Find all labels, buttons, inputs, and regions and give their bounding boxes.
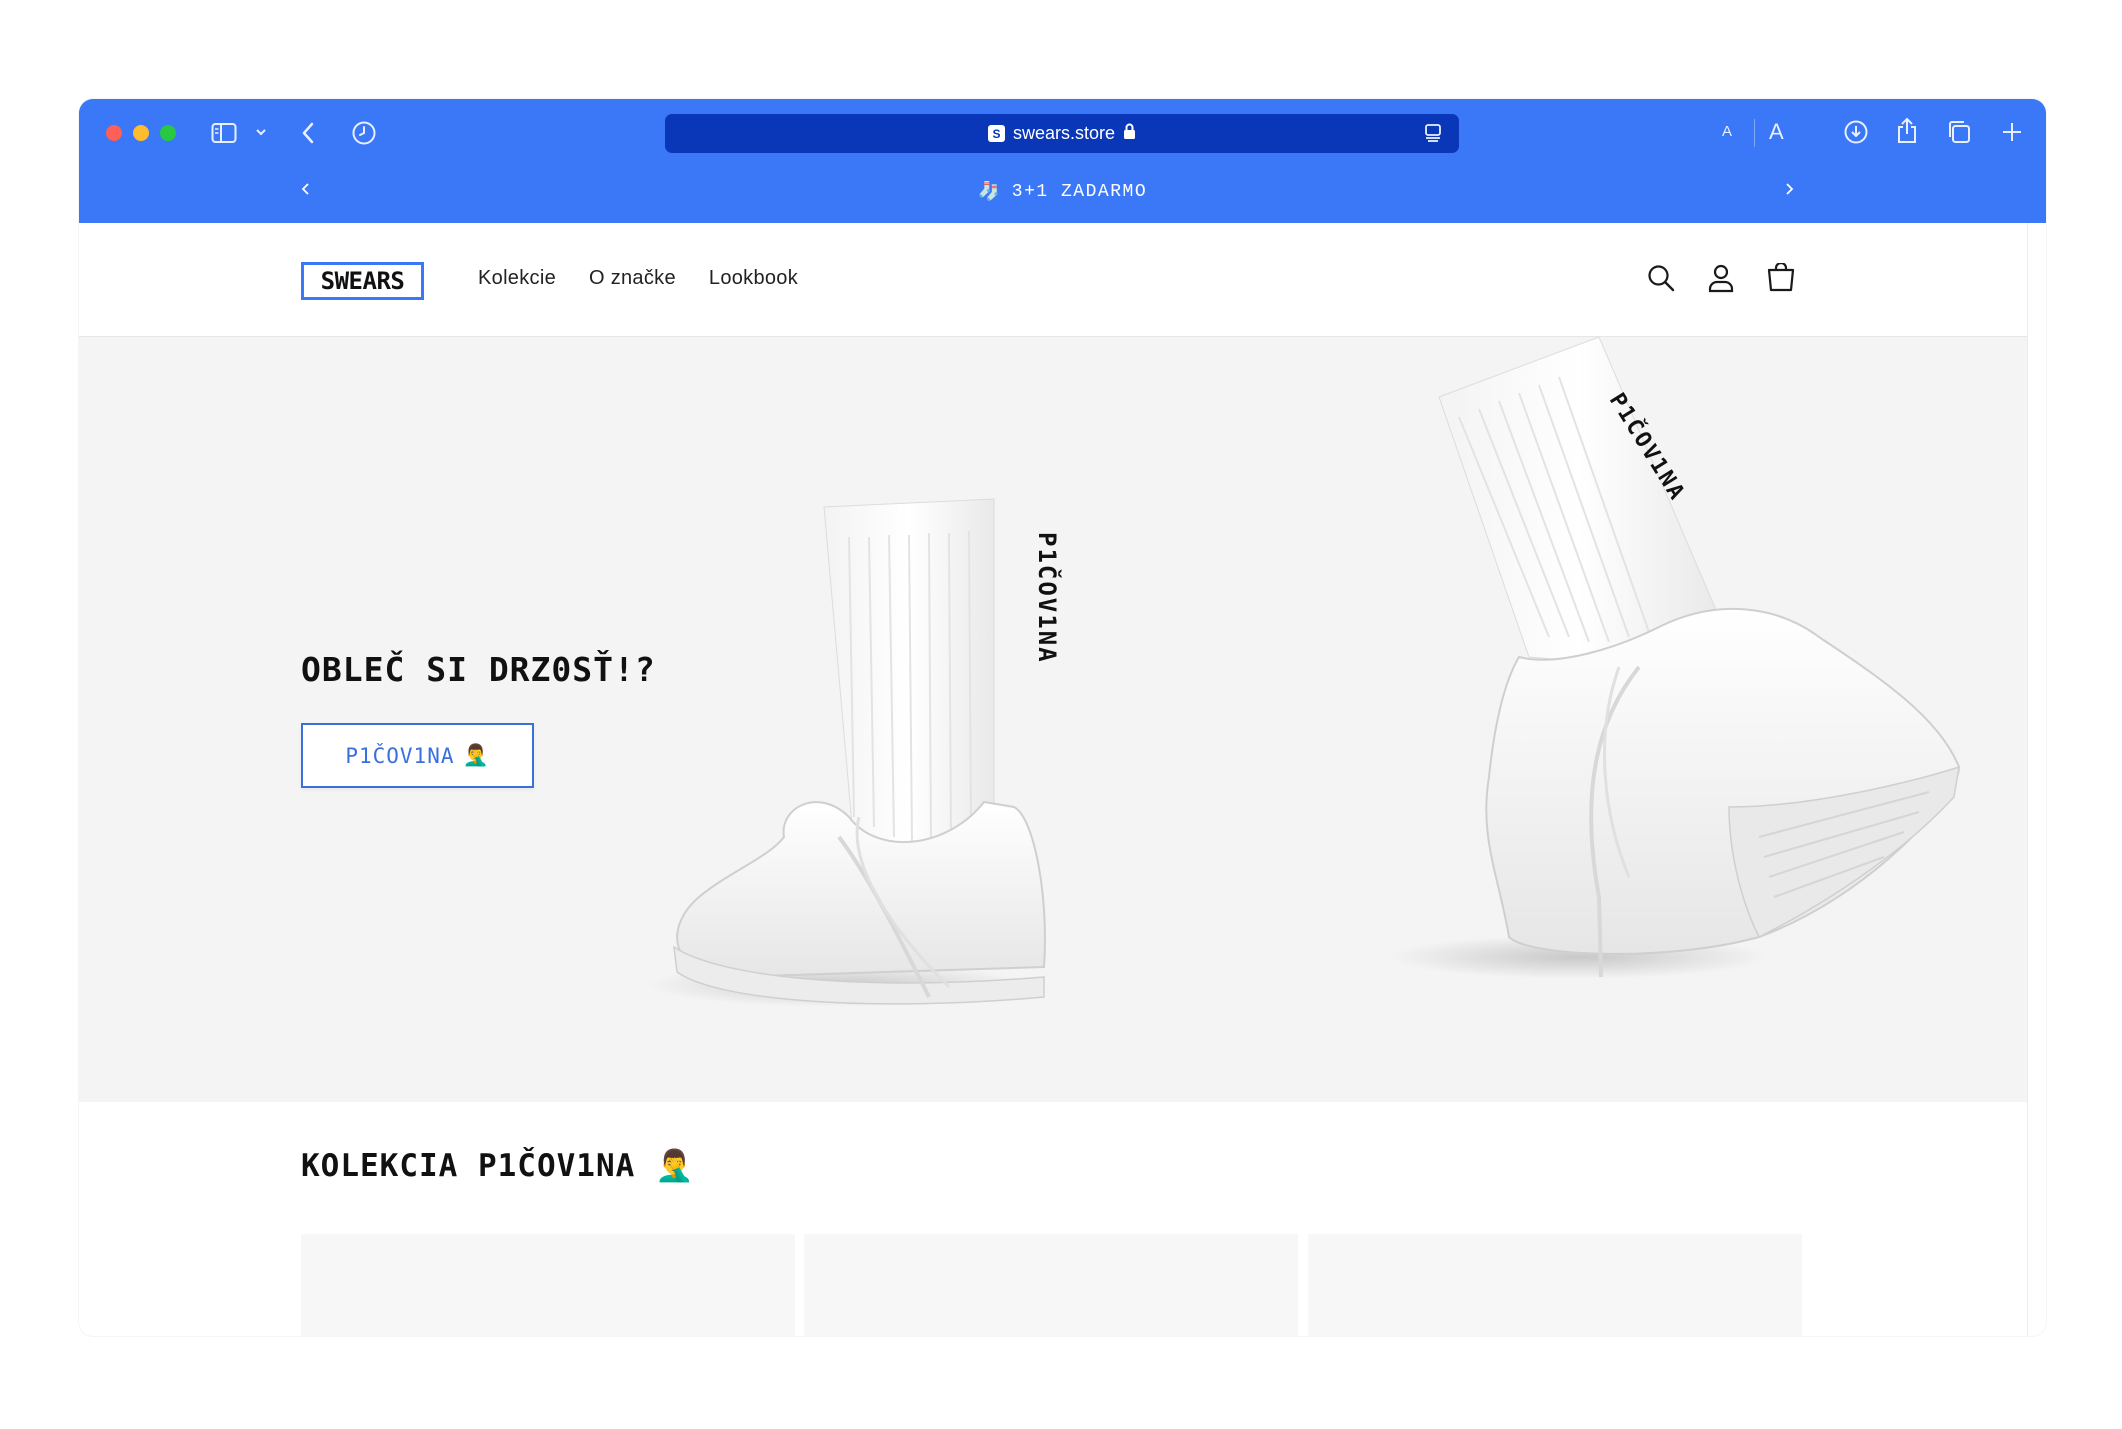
nav-item-lookbook[interactable]: Lookbook bbox=[709, 267, 798, 290]
left-sock-text: P1ČOV1NA bbox=[1033, 532, 1063, 664]
right-sock-shoe: P1ČOV1NA bbox=[1438, 337, 1961, 978]
new-tab-icon[interactable] bbox=[2000, 120, 2024, 144]
product-card[interactable] bbox=[301, 1234, 795, 1336]
product-card[interactable] bbox=[1308, 1234, 1802, 1336]
hero-cta-button[interactable]: P1ČOV1NA 🤦‍♂️ bbox=[301, 723, 534, 788]
url-text: swears.store bbox=[1012, 123, 1116, 143]
collection-title-text: KOLEKCIA P1ČOV1NA bbox=[301, 1148, 636, 1184]
tabs-overview-icon[interactable] bbox=[1946, 119, 1972, 145]
hero-image: P1ČOV1NA P1ČOV1NA bbox=[647, 337, 1961, 1007]
address-bar[interactable]: S swears.store bbox=[665, 114, 1459, 153]
announcement-bar: 🧦 3+1 ZADARMO bbox=[79, 161, 2046, 223]
zoom-window-button[interactable] bbox=[160, 125, 176, 141]
hero-title-bold: DRZ0SŤ!? bbox=[488, 650, 656, 689]
download-icon[interactable] bbox=[1843, 119, 1869, 145]
close-window-button[interactable] bbox=[106, 125, 122, 141]
nav-item-kolekcie[interactable]: Kolekcie bbox=[478, 267, 556, 290]
chevron-right-icon[interactable] bbox=[1784, 181, 1794, 197]
search-icon[interactable] bbox=[1646, 263, 1676, 298]
hero-title-regular: OBLEČ SI bbox=[301, 650, 489, 689]
divider bbox=[1754, 119, 1755, 147]
history-clock-icon[interactable] bbox=[351, 120, 377, 146]
announcement-text[interactable]: 3+1 ZADARMO bbox=[1012, 182, 1147, 202]
hero-banner: P1ČOV1NA P1ČOV1NA OBLEČ SI DRZ0SŤ!? P1ČO… bbox=[79, 337, 2027, 1102]
lock-icon bbox=[1123, 123, 1136, 145]
sock-emoji: 🧦 bbox=[977, 183, 1002, 203]
site-favicon: S bbox=[987, 125, 1005, 142]
cart-icon[interactable] bbox=[1766, 261, 1796, 298]
hero-title: OBLEČ SI DRZ0SŤ!? bbox=[301, 650, 656, 689]
reader-mode-icon[interactable] bbox=[1423, 123, 1443, 148]
site-logo[interactable]: SWEARS bbox=[301, 262, 424, 300]
window-controls bbox=[106, 125, 176, 141]
share-icon[interactable] bbox=[1895, 117, 1919, 145]
left-sock-shoe: P1ČOV1NA bbox=[673, 498, 1063, 1005]
facepalm-emoji: 🤦‍♂️ bbox=[654, 1148, 695, 1184]
site-header: SWEARS Kolekcie O značke Lookbook bbox=[79, 223, 2027, 337]
back-icon[interactable] bbox=[301, 121, 315, 145]
facepalm-emoji: 🤦‍♂️ bbox=[462, 743, 490, 767]
account-icon[interactable] bbox=[1706, 263, 1736, 298]
hero-cta-label: P1ČOV1NA bbox=[345, 743, 455, 768]
sidebar-icon[interactable] bbox=[211, 122, 237, 144]
page-scrollbar[interactable] bbox=[2027, 223, 2046, 1336]
product-card[interactable] bbox=[804, 1234, 1298, 1336]
browser-window: S swears.store A A 🧦 3+1 ZADARMO SWEARS … bbox=[79, 99, 2046, 1336]
browser-toolbar: S swears.store A A 🧦 3+1 ZADARMO bbox=[79, 99, 2046, 223]
logo-text: SWEARS bbox=[320, 267, 405, 295]
collection-title: KOLEKCIA P1ČOV1NA 🤦‍♂️ bbox=[301, 1147, 695, 1184]
chevron-left-icon[interactable] bbox=[301, 181, 311, 197]
main-nav: Kolekcie O značke Lookbook bbox=[478, 267, 798, 290]
decrease-text-size-button[interactable]: A bbox=[1722, 123, 1732, 140]
increase-text-size-button[interactable]: A bbox=[1769, 119, 1784, 145]
nav-item-o-znacke[interactable]: O značke bbox=[589, 267, 676, 290]
chevron-down-icon[interactable] bbox=[255, 127, 267, 137]
minimize-window-button[interactable] bbox=[133, 125, 149, 141]
